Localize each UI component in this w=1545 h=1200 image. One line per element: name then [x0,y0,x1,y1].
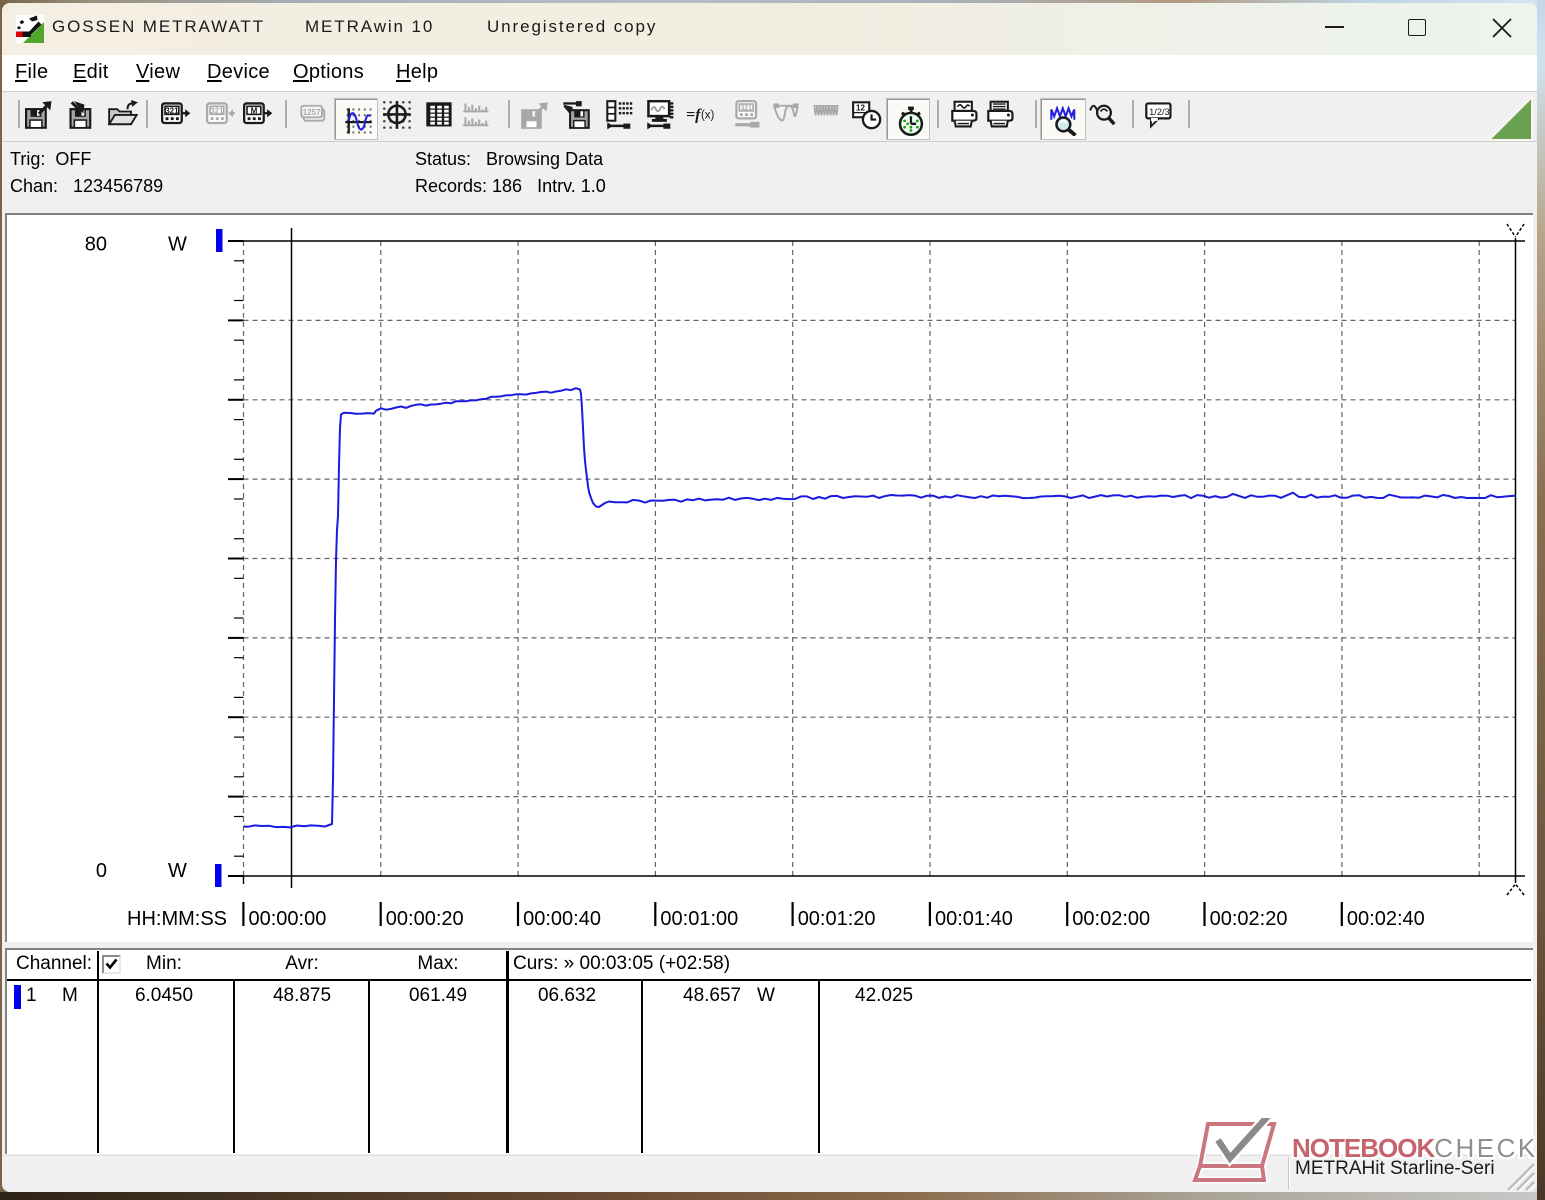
svg-text:80: 80 [85,234,107,256]
svg-text:00:01:20: 00:01:20 [798,908,876,930]
svg-text:00:02:20: 00:02:20 [1210,908,1288,930]
svg-text:W: W [168,860,187,882]
svg-text:00:01:40: 00:01:40 [935,908,1013,930]
svg-text:00:02:40: 00:02:40 [1347,908,1425,930]
svg-text:00:00:20: 00:00:20 [386,908,464,930]
svg-text:00:00:40: 00:00:40 [523,908,601,930]
svg-text:00:01:00: 00:01:00 [660,908,738,930]
svg-text:HH:MM:SS: HH:MM:SS [127,908,227,930]
svg-text:00:02:00: 00:02:00 [1072,908,1150,930]
svg-text:W: W [168,234,187,256]
svg-text:0: 0 [96,860,107,882]
svg-text:00:00:00: 00:00:00 [249,908,327,930]
